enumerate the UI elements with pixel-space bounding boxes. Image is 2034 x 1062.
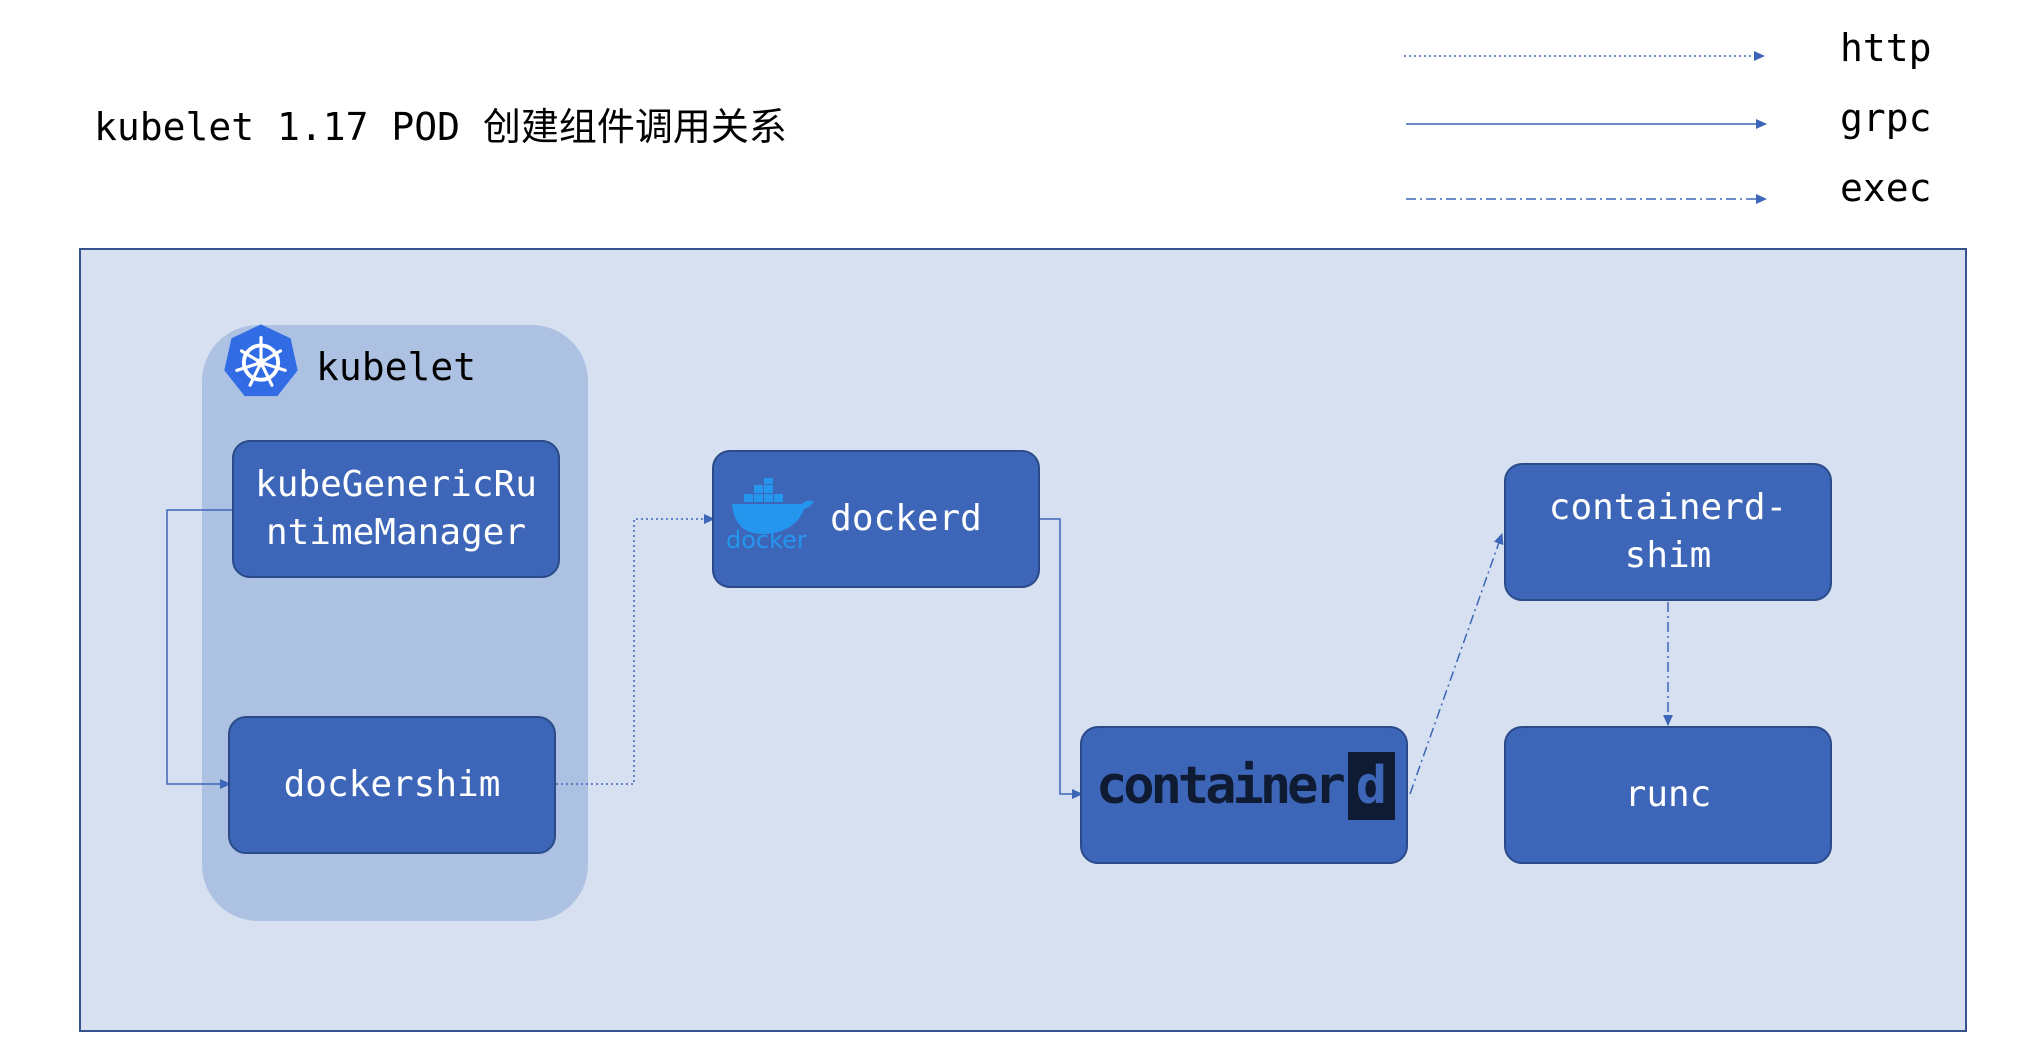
containerd-logo-letter: d	[1347, 752, 1396, 820]
node-dockershim-label: dockershim	[283, 764, 501, 805]
edge-dockerd-to-containerd	[1040, 518, 1083, 799]
docker-logo-text: docker	[726, 526, 807, 550]
containerd-logo-text: container	[1096, 756, 1346, 816]
node-kube-generic-line1: kubeGenericRu	[255, 464, 537, 505]
node-dockershim[interactable]: dockershim	[228, 716, 556, 854]
containerd-logo: container d	[1096, 752, 1396, 820]
edge-runtime-manager-to-dockershim	[166, 509, 234, 789]
docker-whale-icon: docker	[726, 478, 814, 550]
node-dockerd-label: dockerd	[830, 498, 982, 539]
node-containerd-shim[interactable]: containerd- shim	[1504, 463, 1832, 601]
node-kube-generic-runtime-manager[interactable]: kubeGenericRu ntimeManager	[232, 440, 560, 578]
node-containerd-shim-line2: shim	[1624, 535, 1712, 576]
node-runc-label: runc	[1624, 774, 1712, 815]
node-kube-generic-line2: ntimeManager	[265, 512, 527, 553]
node-containerd-shim-line1: containerd-	[1548, 487, 1788, 528]
edge-dockershim-to-dockerd	[556, 514, 715, 785]
node-runc[interactable]: runc	[1504, 726, 1832, 864]
edge-containerd-to-shim	[1409, 533, 1504, 795]
